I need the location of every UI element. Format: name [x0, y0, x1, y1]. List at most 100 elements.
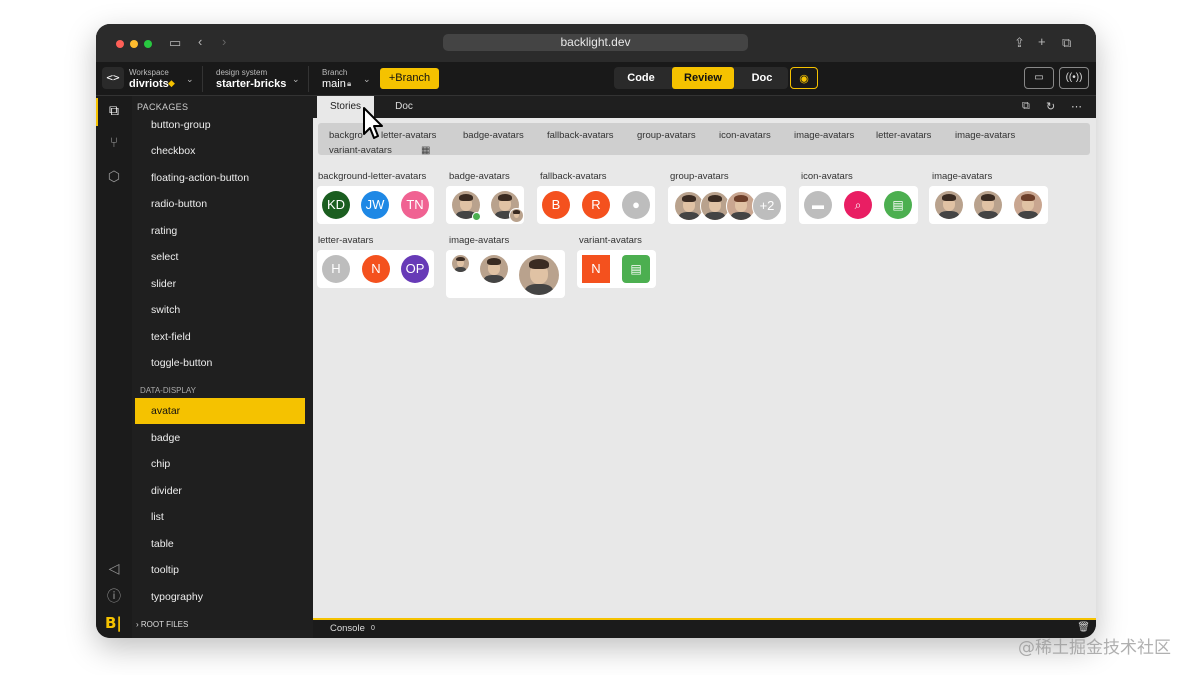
help-icon[interactable]: ⓘ — [106, 586, 122, 606]
sidebar-item-typography[interactable]: typography — [135, 584, 305, 610]
stories-canvas: backgro letter-avatars badge-avatars fal… — [313, 118, 1096, 618]
back-icon[interactable]: ‹ — [198, 35, 202, 49]
maximize-window-button[interactable] — [144, 40, 152, 48]
root-files-toggle[interactable]: › ROOT FILES — [136, 620, 188, 629]
overflow-count: +2 — [752, 191, 782, 221]
person-icon: ● — [622, 191, 650, 219]
sidebar-item-switch[interactable]: switch — [135, 297, 305, 323]
story-chip[interactable]: image-avatars — [955, 130, 1015, 141]
story-card — [446, 186, 524, 224]
story-card: +2 — [668, 186, 786, 224]
sidebar-item-tooltip[interactable]: tooltip — [135, 557, 305, 583]
active-indicator — [96, 98, 98, 126]
new-tab-icon[interactable]: + — [1038, 35, 1046, 49]
console-count: 0 — [371, 625, 375, 632]
sidebar-item-text-field[interactable]: text-field — [135, 324, 305, 350]
story-chip[interactable]: group-avatars — [637, 130, 696, 141]
new-branch-button[interactable]: +Branch — [380, 68, 439, 89]
divider — [202, 66, 203, 92]
story-chip[interactable]: fallback-avatars — [547, 130, 614, 141]
git-branch-icon[interactable]: ⑂ — [106, 134, 122, 150]
avatar — [509, 208, 524, 223]
avatar-large — [519, 255, 559, 295]
lock-icon: 🔒︎ — [347, 79, 352, 88]
story-chip[interactable]: icon-avatars — [719, 130, 771, 141]
story-chip[interactable]: letter-avatars — [876, 130, 931, 141]
grid-view-icon[interactable]: ▦ — [421, 145, 430, 156]
data-display-heading: DATA-DISPLAY — [140, 386, 197, 395]
code-mode-button[interactable]: Code — [614, 67, 668, 89]
forward-icon[interactable]: › — [222, 35, 226, 49]
sidebar-item-avatar[interactable]: avatar — [135, 398, 305, 424]
sidebar-toggle-icon[interactable]: ▭ — [169, 36, 181, 50]
sidebar-item-badge[interactable]: badge — [135, 425, 305, 451]
avatar — [1014, 191, 1042, 219]
story-chip[interactable]: letter-avatars — [381, 130, 436, 141]
open-new-window-icon[interactable]: ⧉ — [1022, 100, 1030, 113]
app-toolbar: <> Workspace divriots ◆ ⌄ design system … — [96, 62, 1096, 96]
packages-heading: PACKAGES — [137, 102, 189, 112]
sidebar-item-checkbox[interactable]: checkbox — [135, 138, 305, 164]
sidebar-item-divider[interactable]: divider — [135, 478, 305, 504]
sidebar-item-floating-action-button[interactable]: floating-action-button — [135, 165, 305, 191]
story-card — [929, 186, 1048, 224]
story-title: icon-avatars — [801, 171, 853, 182]
folder-icon: ▬ — [804, 191, 832, 219]
chevron-down-icon[interactable]: ⌄ — [186, 74, 194, 85]
avatar: OP — [401, 255, 429, 283]
diamond-icon: ◆ — [168, 78, 175, 88]
review-mode-button[interactable]: Review — [672, 67, 734, 89]
lightbulb-icon[interactable]: ◉ — [790, 67, 818, 89]
doc-mode-button[interactable]: Doc — [736, 67, 788, 89]
chevron-down-icon[interactable]: ⌄ — [292, 74, 300, 85]
refresh-icon[interactable]: ↻ — [1046, 100, 1055, 113]
files-icon[interactable]: ⧉ — [106, 102, 122, 119]
avatar — [974, 191, 1002, 219]
console-panel: Console 0 🗑︎ — [313, 618, 1096, 638]
avatar: N — [362, 255, 390, 283]
branch-name[interactable]: main — [322, 78, 346, 90]
sidebar-item-radio-button[interactable]: radio-button — [135, 191, 305, 217]
avatar — [935, 191, 963, 219]
close-window-button[interactable] — [116, 40, 124, 48]
avatar-medium — [480, 255, 508, 283]
story-title: background-letter-avatars — [318, 171, 427, 182]
minimize-window-button[interactable] — [130, 40, 138, 48]
sidebar-item-chip[interactable]: chip — [135, 451, 305, 477]
chevron-down-icon[interactable]: ⌄ — [363, 74, 371, 85]
preview-tabs: Stories Doc ⧉ ↻ ⋯ — [313, 96, 1096, 118]
sidebar-item-select[interactable]: select — [135, 244, 305, 270]
share-icon[interactable]: ⇪ — [1014, 36, 1025, 50]
sidebar-item-list[interactable]: list — [135, 504, 305, 530]
story-title: group-avatars — [670, 171, 729, 182]
avatar: H — [322, 255, 350, 283]
sidebar-item-toggle-button[interactable]: toggle-button — [135, 350, 305, 376]
code-icon[interactable]: <> — [102, 67, 124, 89]
story-chip[interactable]: badge-avatars — [463, 130, 524, 141]
sidebar-item-slider[interactable]: slider — [135, 271, 305, 297]
console-tab[interactable]: Console — [330, 623, 365, 634]
more-options-icon[interactable]: ⋯ — [1071, 100, 1082, 113]
avatar: R — [582, 191, 610, 219]
broadcast-icon[interactable]: ((•)) — [1059, 67, 1089, 89]
tab-doc[interactable]: Doc — [379, 96, 429, 118]
story-chip[interactable]: image-avatars — [794, 130, 854, 141]
trash-icon[interactable]: 🗑︎ — [1077, 622, 1090, 633]
avatar: B — [542, 191, 570, 219]
megaphone-icon[interactable]: ◁ — [106, 560, 122, 577]
workspace-name[interactable]: divriots — [129, 78, 169, 90]
sidebar-item-rating[interactable]: rating — [135, 218, 305, 244]
story-chip[interactable]: backgro — [329, 130, 364, 141]
preview-icon[interactable]: ▭ — [1024, 67, 1054, 89]
sidebar-item-button-group[interactable]: button-group — [135, 112, 305, 138]
branch-label: Branch — [322, 68, 348, 77]
tabs-overview-icon[interactable]: ⧉ — [1062, 36, 1071, 50]
package-sidebar: PACKAGES button-group checkbox floating-… — [132, 96, 348, 638]
divider — [308, 66, 309, 92]
package-icon[interactable]: ⬡ — [106, 168, 122, 185]
avatar-small — [452, 255, 469, 272]
story-chip[interactable]: variant-avatars — [329, 145, 392, 156]
sidebar-item-table[interactable]: table — [135, 531, 305, 557]
design-system-name[interactable]: starter-bricks — [216, 78, 286, 90]
address-bar[interactable]: backlight.dev — [443, 34, 748, 51]
